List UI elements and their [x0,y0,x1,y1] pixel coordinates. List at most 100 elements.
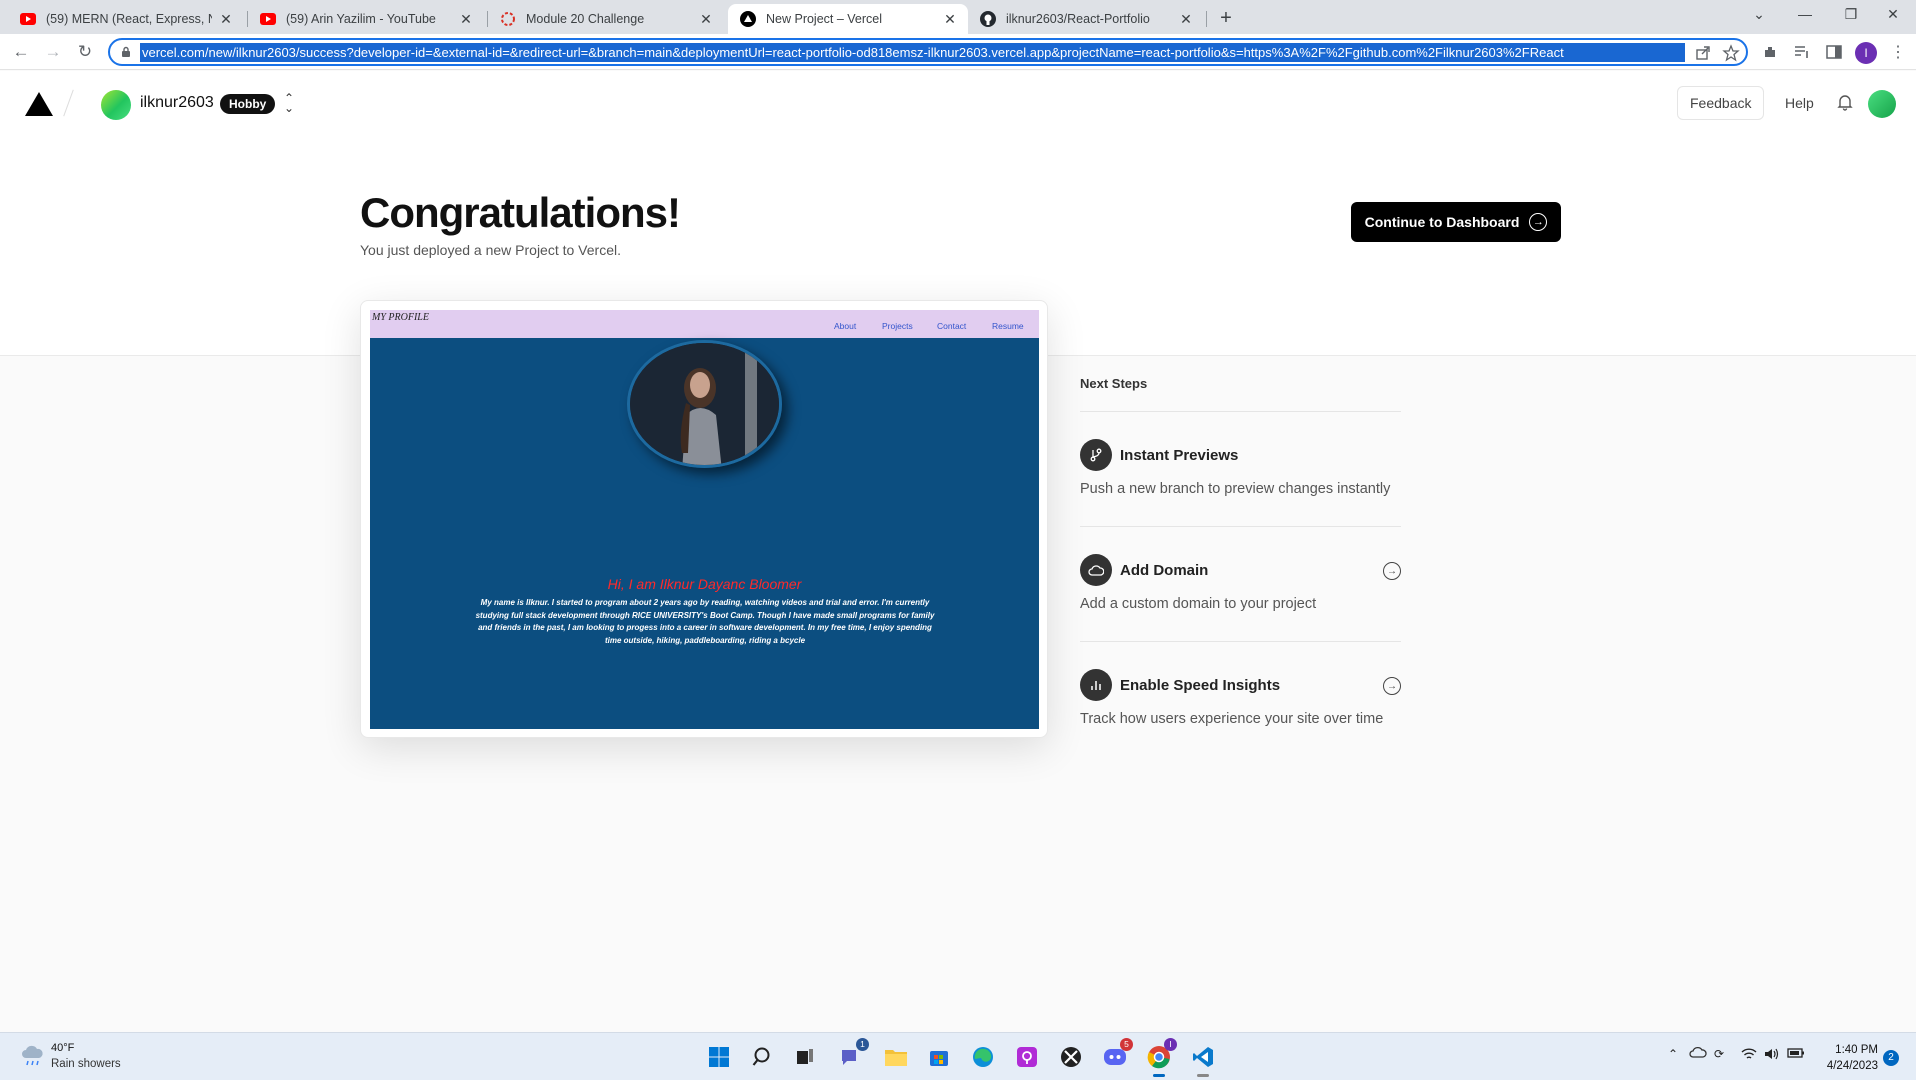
cloud-icon [1080,554,1112,586]
step-instant-previews[interactable]: Instant Previews Push a new branch to pr… [1080,412,1401,527]
minimize-button[interactable]: — [1782,0,1828,30]
windows-start-icon[interactable] [706,1044,732,1070]
windows-taskbar: 40°F Rain showers 1 5 I ⌃ ⟳ 1:40 PM 4/24… [0,1032,1916,1080]
tab-github-portfolio[interactable]: ilknur2603/React-Portfolio ✕ [968,4,1204,34]
user-avatar[interactable] [1868,90,1896,118]
close-tab-icon[interactable]: ✕ [218,11,234,28]
git-branch-icon [1080,439,1112,471]
close-window-button[interactable]: ✕ [1870,0,1916,30]
preview-heading: Hi, I am Ilknur Dayanc Bloomer [607,576,802,592]
continue-to-dashboard-button[interactable]: Continue to Dashboard → [1351,202,1561,242]
tab-title: (59) Arin Yazilim - YouTube [286,12,436,26]
team-switcher-icon[interactable]: ⌃ ⌄ [284,92,294,114]
menu-kebab-icon[interactable]: ⋮ [1888,42,1908,62]
extensions-icon[interactable] [1760,42,1780,62]
preview-navbar: MY PROFILE About Projects Contact Resume [370,310,1039,338]
wifi-icon[interactable] [1741,1047,1757,1064]
profile-avatar[interactable]: I [1855,42,1877,64]
deployment-screenshot[interactable]: MY PROFILE About Projects Contact Resume… [370,310,1039,729]
button-label: Continue to Dashboard [1364,214,1520,230]
close-tab-icon[interactable]: ✕ [942,11,958,28]
step-speed-insights[interactable]: Enable Speed Insights → Track how users … [1080,642,1401,757]
arrow-right-circle-icon: → [1529,213,1548,231]
tab-new-project-vercel[interactable]: New Project – Vercel ✕ [728,4,968,34]
weather-temperature[interactable]: 40°F [51,1042,74,1054]
tab-search-icon[interactable]: ⌄ [1736,0,1782,30]
address-bar[interactable]: vercel.com/new/ilknur2603/success?develo… [108,38,1748,66]
chrome-profile-badge: I [1164,1038,1177,1051]
tab-title: New Project – Vercel [766,12,883,26]
reading-list-icon[interactable] [1792,42,1812,62]
discord-badge: 5 [1120,1038,1133,1051]
side-panel-icon[interactable] [1824,42,1844,62]
vscode-icon[interactable] [1190,1044,1216,1077]
arrow-right-circle-icon[interactable]: → [1383,677,1401,695]
vercel-icon [740,11,756,27]
step-description: Push a new branch to preview changes ins… [1080,481,1391,497]
task-view-icon[interactable] [792,1044,818,1070]
plan-badge: Hobby [220,94,276,114]
team-avatar[interactable] [101,90,131,120]
show-hidden-icons[interactable]: ⌃ [1668,1047,1678,1061]
system-clock[interactable]: 1:40 PM 4/24/2023 [1818,1042,1878,1074]
step-name: Add Domain [1120,562,1209,579]
step-description: Add a custom domain to your project [1080,596,1317,612]
reload-icon[interactable]: ↻ [73,40,97,64]
teams-chat-icon[interactable]: 1 [838,1038,869,1070]
preview-nav-about: About [834,321,857,331]
podcast-app-icon[interactable] [1014,1044,1040,1070]
preview-brand: MY PROFILE [372,312,429,323]
weather-description[interactable]: Rain showers [51,1058,121,1070]
share-icon[interactable] [1694,44,1712,62]
clock-time: 1:40 PM [1835,1044,1878,1056]
back-icon[interactable]: ← [9,40,33,64]
new-tab-button[interactable]: + [1213,6,1239,32]
onedrive-icon[interactable] [1689,1045,1707,1062]
search-icon[interactable] [750,1044,776,1070]
clock-date: 4/24/2023 [1826,1060,1878,1072]
team-name[interactable]: ilknur2603 [140,94,214,112]
volume-icon[interactable] [1764,1047,1780,1064]
notifications-bell-icon[interactable] [1836,93,1854,111]
preview-nav-projects: Projects [882,321,913,331]
vercel-logo-icon[interactable] [24,91,54,117]
notification-count-badge[interactable]: 2 [1883,1050,1899,1066]
lock-icon[interactable] [120,46,132,58]
youtube-icon [20,11,36,27]
close-tab-icon[interactable]: ✕ [458,11,474,28]
arrow-right-circle-icon[interactable]: → [1383,562,1401,580]
forward-icon[interactable]: → [41,40,65,64]
battery-icon[interactable] [1787,1047,1805,1062]
url-text[interactable]: vercel.com/new/ilknur2603/success?develo… [140,43,1685,62]
github-icon [980,11,996,27]
teams-badge: 1 [856,1038,869,1051]
tab-module-20[interactable]: Module 20 Challenge ✕ [488,4,724,34]
vercel-header: ilknur2603 Hobby ⌃ ⌄ Feedback Help [0,71,1916,135]
bookmark-star-icon[interactable] [1722,44,1740,62]
help-link[interactable]: Help [1785,95,1814,111]
edge-browser-icon[interactable] [970,1044,996,1070]
feedback-button[interactable]: Feedback [1677,86,1765,120]
restore-button[interactable]: ❐ [1828,0,1874,30]
close-tab-icon[interactable]: ✕ [1178,11,1194,28]
discord-icon[interactable]: 5 [1102,1038,1133,1070]
step-add-domain[interactable]: Add Domain → Add a custom domain to your… [1080,527,1401,642]
file-explorer-icon[interactable] [883,1044,909,1070]
deployment-preview-card[interactable]: MY PROFILE About Projects Contact Resume… [360,300,1048,738]
preview-nav-resume: Resume [992,321,1024,331]
xbox-icon[interactable] [1058,1044,1084,1070]
next-steps-panel: Next Steps Instant Previews Push a new b… [1080,376,1401,757]
tab-arin-youtube[interactable]: (59) Arin Yazilim - YouTube ✕ [248,4,484,34]
page-title: Congratulations! [360,189,681,236]
page-subtitle: You just deployed a new Project to Verce… [360,242,621,258]
youtube-icon [260,11,276,27]
browser-tab-strip: (59) MERN (React, Express, Node ✕ (59) A… [0,0,1916,34]
chrome-icon[interactable]: I [1146,1038,1177,1077]
tab-mern-youtube[interactable]: (59) MERN (React, Express, Node ✕ [8,4,244,34]
sync-icon[interactable]: ⟳ [1714,1047,1724,1061]
close-tab-icon[interactable]: ✕ [698,11,714,28]
rain-cloud-icon[interactable] [20,1045,46,1067]
tab-title: ilknur2603/React-Portfolio [1006,12,1150,26]
microsoft-store-icon[interactable] [926,1044,952,1070]
tab-title: Module 20 Challenge [526,12,645,26]
